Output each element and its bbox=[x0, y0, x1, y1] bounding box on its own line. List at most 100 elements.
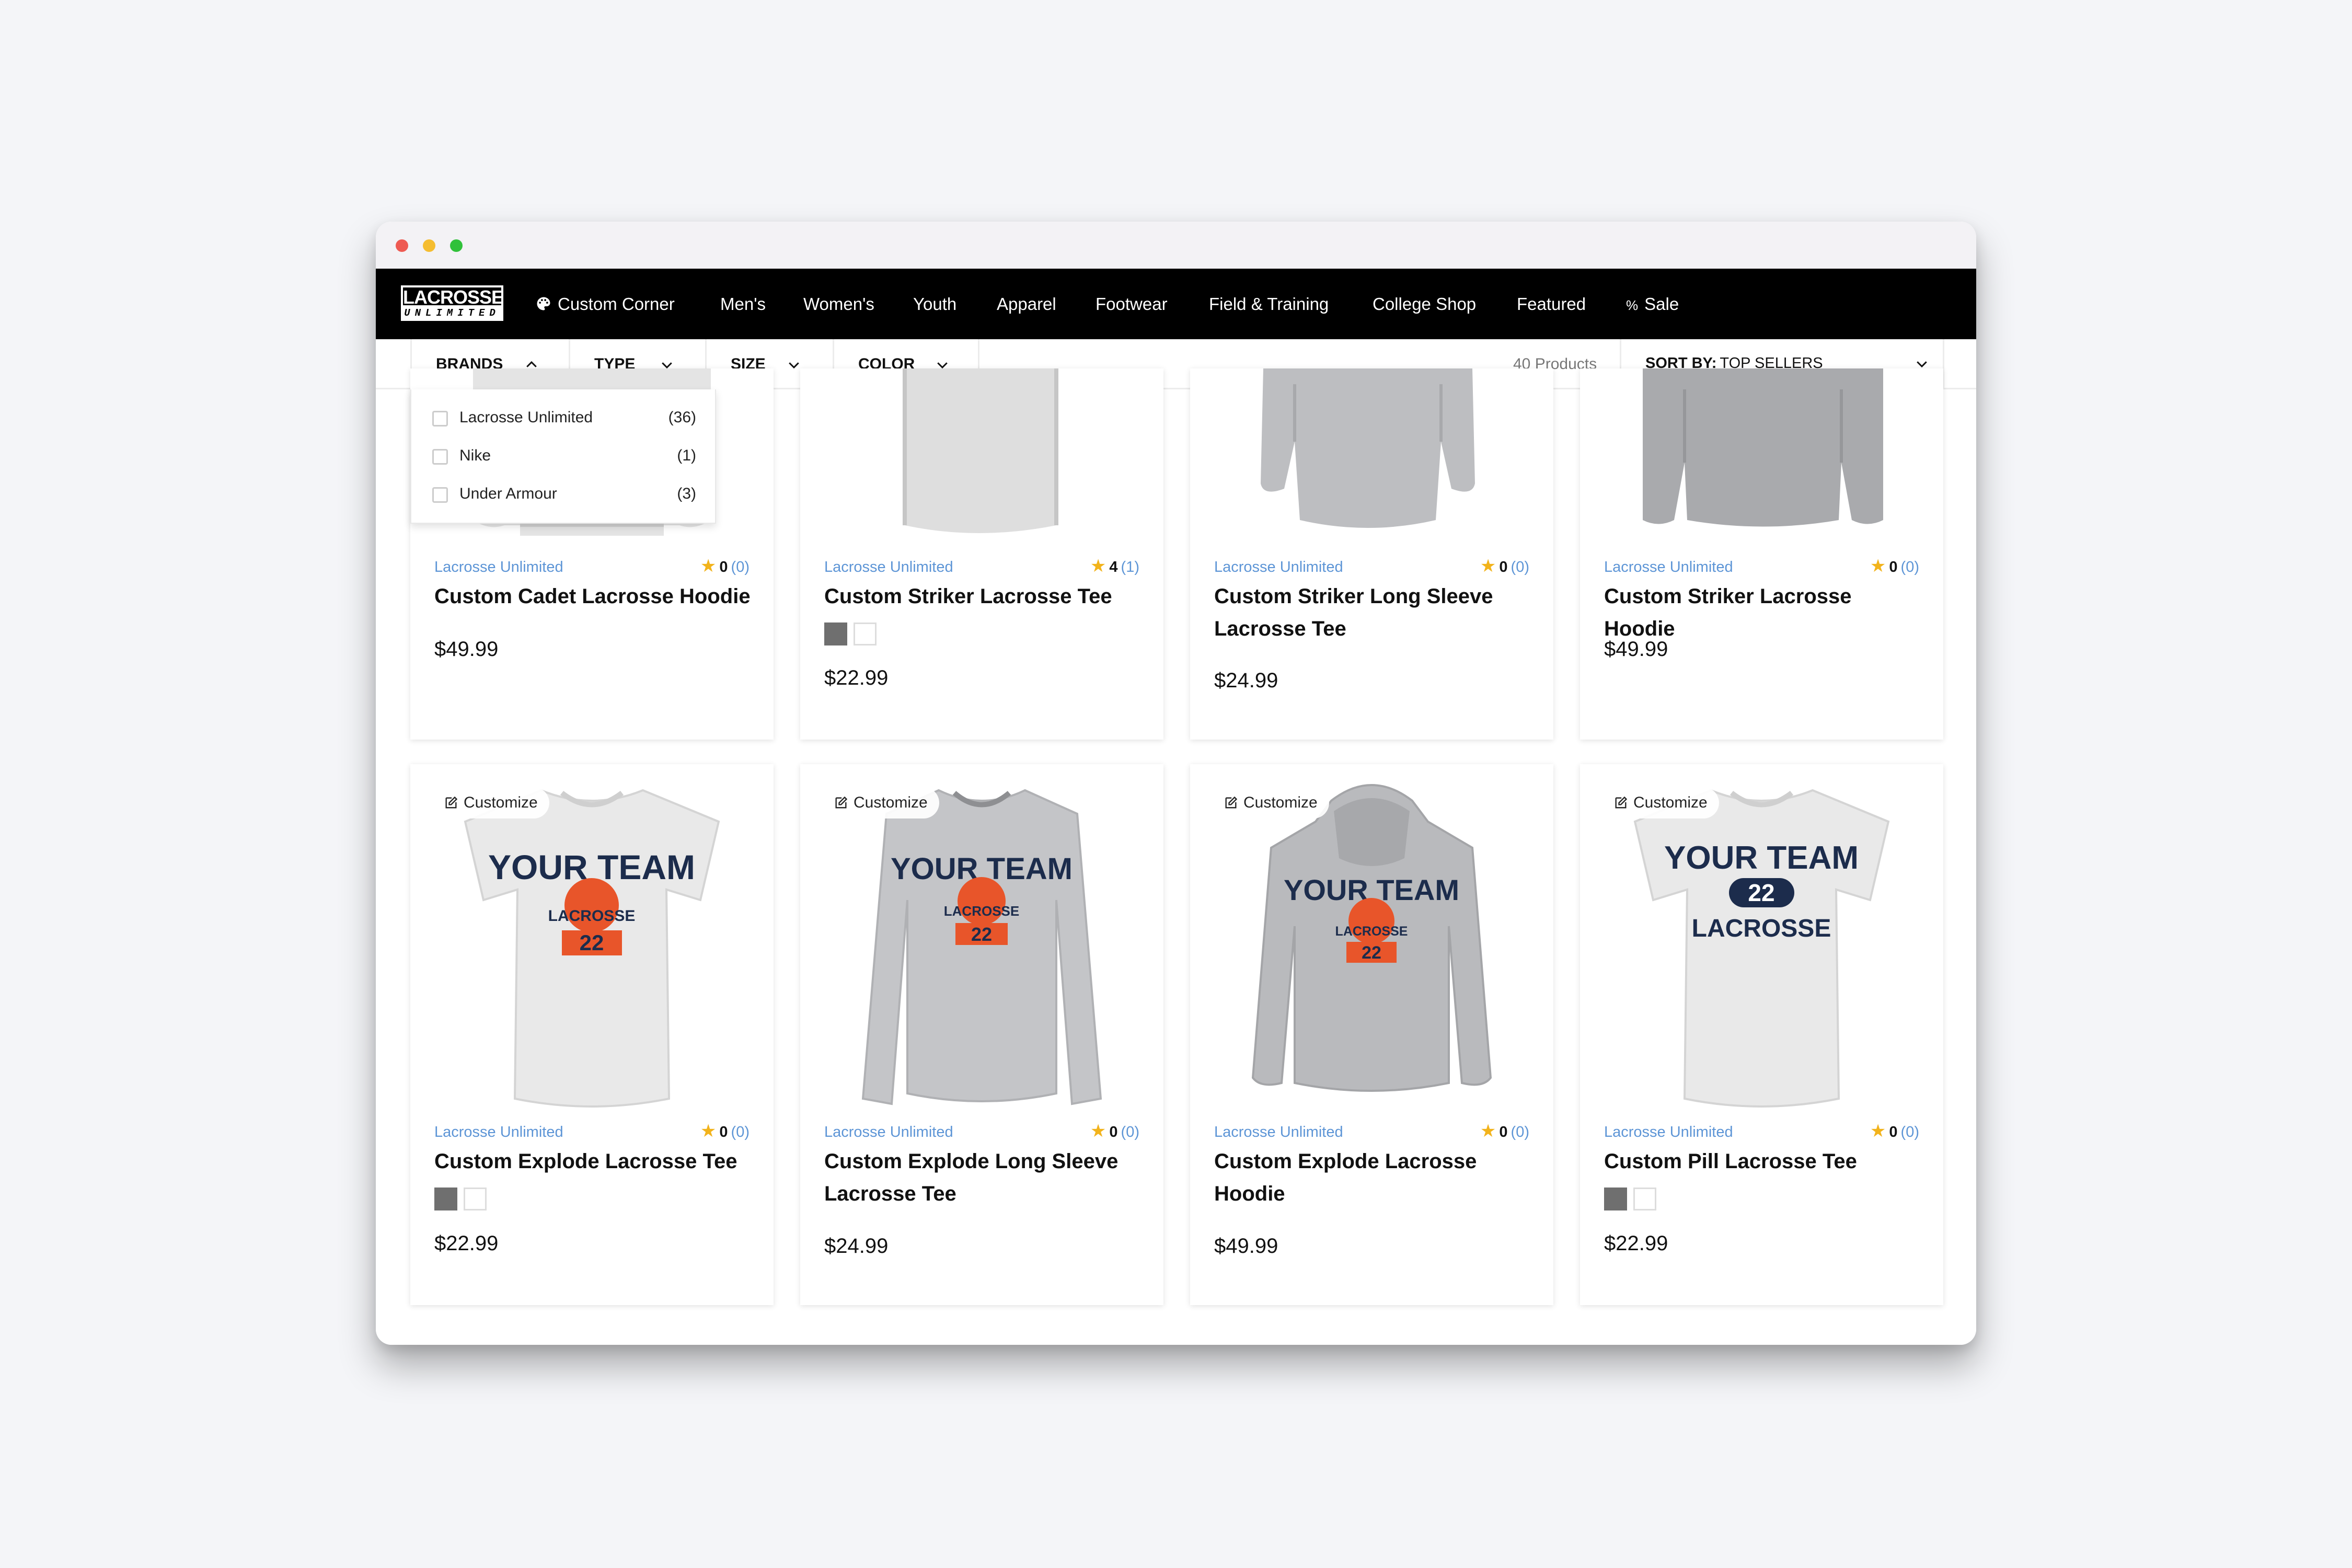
product-title[interactable]: Custom Explode Lacrosse Hoodie bbox=[1214, 1145, 1533, 1210]
customize-button[interactable]: Customize bbox=[824, 787, 939, 818]
product-rating[interactable]: ★ 0 (0) bbox=[700, 1121, 750, 1142]
customize-label: Customize bbox=[464, 794, 538, 811]
nav-label: Sale bbox=[1644, 294, 1679, 314]
print-number: 22 bbox=[971, 924, 992, 945]
nav-featured[interactable]: Featured bbox=[1517, 269, 1586, 339]
rating-score: 0 bbox=[1499, 559, 1508, 575]
customize-button[interactable]: Customize bbox=[434, 787, 549, 818]
product-brand-link[interactable]: Lacrosse Unlimited bbox=[434, 1124, 563, 1141]
review-count: (0) bbox=[1121, 1124, 1139, 1140]
maximize-window-button[interactable] bbox=[450, 239, 463, 252]
product-rating[interactable]: ★ 0 (0) bbox=[1870, 556, 1919, 577]
product-title[interactable]: Custom Cadet Lacrosse Hoodie bbox=[434, 580, 753, 613]
nav-sale[interactable]: % Sale bbox=[1626, 269, 1679, 339]
print-your-team: YOUR TEAM bbox=[1664, 840, 1859, 876]
browser-window: LACROSSE UNLIMITED Custom Corner Men's W… bbox=[376, 222, 1976, 1345]
product-rating[interactable]: ★ 0 (0) bbox=[1870, 1121, 1919, 1142]
chevron-down-icon bbox=[789, 362, 799, 369]
nav-mens[interactable]: Men's bbox=[720, 269, 766, 339]
product-brand-link[interactable]: Lacrosse Unlimited bbox=[1214, 1124, 1343, 1141]
brand-option-nike[interactable]: Nike (1) bbox=[432, 440, 696, 471]
product-rating[interactable]: ★ 0 (0) bbox=[1480, 556, 1529, 577]
review-count: (0) bbox=[731, 559, 750, 575]
product-brand-link[interactable]: Lacrosse Unlimited bbox=[1604, 1124, 1733, 1141]
product-title[interactable]: Custom Striker Lacrosse Tee bbox=[824, 580, 1143, 613]
star-icon: ★ bbox=[700, 556, 717, 576]
review-count: (0) bbox=[731, 1124, 750, 1140]
product-rating[interactable]: ★ 0 (0) bbox=[1090, 1121, 1139, 1142]
rating-score: 0 bbox=[719, 559, 728, 575]
product-rating[interactable]: ★ 0 (0) bbox=[1480, 1121, 1529, 1142]
rating-score: 4 bbox=[1109, 559, 1118, 575]
product-card[interactable]: Lacrosse Unlimited ★ 0 (0) Custom Striker … bbox=[1580, 368, 1943, 740]
swatch-gray[interactable] bbox=[434, 1187, 457, 1210]
product-price: $49.99 bbox=[434, 638, 499, 661]
product-title[interactable]: Custom Explode Long Sleeve Lacrosse Tee bbox=[824, 1145, 1143, 1210]
product-card[interactable]: YOUR TEAM 22 LACROSSE Customize Lacrosse… bbox=[1580, 764, 1943, 1305]
product-title[interactable]: Custom Pill Lacrosse Tee bbox=[1604, 1145, 1923, 1178]
nav-footwear[interactable]: Footwear bbox=[1096, 269, 1168, 339]
customize-label: Customize bbox=[1243, 794, 1318, 811]
product-price: $22.99 bbox=[434, 1232, 499, 1255]
minimize-window-button[interactable] bbox=[423, 239, 435, 252]
rating-score: 0 bbox=[1499, 1124, 1508, 1140]
print-lacrosse: LACROSSE bbox=[548, 907, 636, 925]
percent-icon: % bbox=[1626, 297, 1639, 313]
product-image[interactable] bbox=[1190, 368, 1553, 546]
brand-option-under-armour[interactable]: Under Armour (3) bbox=[432, 478, 696, 510]
review-count: (0) bbox=[1511, 559, 1529, 575]
product-card[interactable]: YOUR TEAM LACROSSE 22 Customize Lacrosse… bbox=[1190, 764, 1553, 1305]
site-logo[interactable]: LACROSSE UNLIMITED bbox=[401, 285, 504, 323]
customize-button[interactable]: Customize bbox=[1604, 787, 1719, 818]
swatch-gray[interactable] bbox=[1604, 1187, 1627, 1210]
product-price: $49.99 bbox=[1604, 638, 1668, 661]
star-icon: ★ bbox=[1480, 1121, 1496, 1141]
rating-score: 0 bbox=[1889, 1124, 1898, 1140]
nav-womens[interactable]: Women's bbox=[803, 269, 874, 339]
checkbox[interactable] bbox=[432, 449, 448, 465]
print-number: 22 bbox=[580, 930, 604, 955]
nav-youth[interactable]: Youth bbox=[913, 269, 956, 339]
product-rating[interactable]: ★ 0 (0) bbox=[700, 556, 750, 577]
brands-dropdown: Lacrosse Unlimited (36) Nike (1) Under A… bbox=[410, 389, 716, 524]
nav-college-shop[interactable]: College Shop bbox=[1373, 269, 1476, 339]
product-brand-link[interactable]: Lacrosse Unlimited bbox=[824, 1124, 953, 1141]
customize-label: Customize bbox=[1633, 794, 1708, 811]
swatch-gray[interactable] bbox=[824, 622, 847, 645]
review-count: (1) bbox=[1121, 559, 1139, 575]
rating-score: 0 bbox=[719, 1124, 728, 1140]
nav-custom-corner[interactable]: Custom Corner bbox=[536, 269, 675, 339]
product-card[interactable]: YOUR TEAM LACROSSE 22 Customize Lacrosse… bbox=[800, 764, 1163, 1305]
option-label: Nike bbox=[459, 447, 491, 464]
edit-icon bbox=[1225, 796, 1238, 809]
print-lacrosse: LACROSSE bbox=[1335, 924, 1408, 939]
product-brand-link[interactable]: Lacrosse Unlimited bbox=[1604, 559, 1733, 576]
nav-apparel[interactable]: Apparel bbox=[997, 269, 1056, 339]
swatch-white[interactable] bbox=[464, 1187, 487, 1210]
swatch-white[interactable] bbox=[1633, 1187, 1656, 1210]
product-rating[interactable]: ★ 4 (1) bbox=[1090, 556, 1139, 577]
option-count: (3) bbox=[677, 485, 696, 502]
product-title[interactable]: Custom Explode Lacrosse Tee bbox=[434, 1145, 753, 1178]
customize-button[interactable]: Customize bbox=[1214, 787, 1329, 818]
product-brand-link[interactable]: Lacrosse Unlimited bbox=[434, 559, 563, 576]
brand-option-lacrosse-unlimited[interactable]: Lacrosse Unlimited (36) bbox=[432, 402, 696, 433]
product-image[interactable] bbox=[800, 368, 1163, 546]
checkbox[interactable] bbox=[432, 487, 448, 503]
product-brand-link[interactable]: Lacrosse Unlimited bbox=[1214, 559, 1343, 576]
checkbox[interactable] bbox=[432, 411, 448, 426]
product-title[interactable]: Custom Striker Long Sleeve Lacrosse Tee bbox=[1214, 580, 1533, 645]
nav-field-training[interactable]: Field & Training bbox=[1209, 269, 1329, 339]
product-brand-link[interactable]: Lacrosse Unlimited bbox=[824, 559, 953, 576]
product-card[interactable]: Lacrosse Unlimited ★ 0 (0) Custom Striker … bbox=[1190, 368, 1553, 740]
rating-score: 0 bbox=[1109, 1124, 1118, 1140]
product-card[interactable]: Lacrosse Unlimited ★ 4 (1) Custom Striker … bbox=[800, 368, 1163, 740]
product-price: $22.99 bbox=[1604, 1232, 1668, 1255]
title-bar bbox=[376, 222, 1976, 269]
product-title[interactable]: Custom Striker Lacrosse Hoodie bbox=[1604, 580, 1923, 645]
close-window-button[interactable] bbox=[396, 239, 408, 252]
product-card[interactable]: YOUR TEAM LACROSSE 22 Customize Lacrosse… bbox=[410, 764, 774, 1305]
product-image[interactable] bbox=[1580, 368, 1943, 546]
swatch-white[interactable] bbox=[854, 622, 877, 645]
star-icon: ★ bbox=[1480, 556, 1496, 576]
